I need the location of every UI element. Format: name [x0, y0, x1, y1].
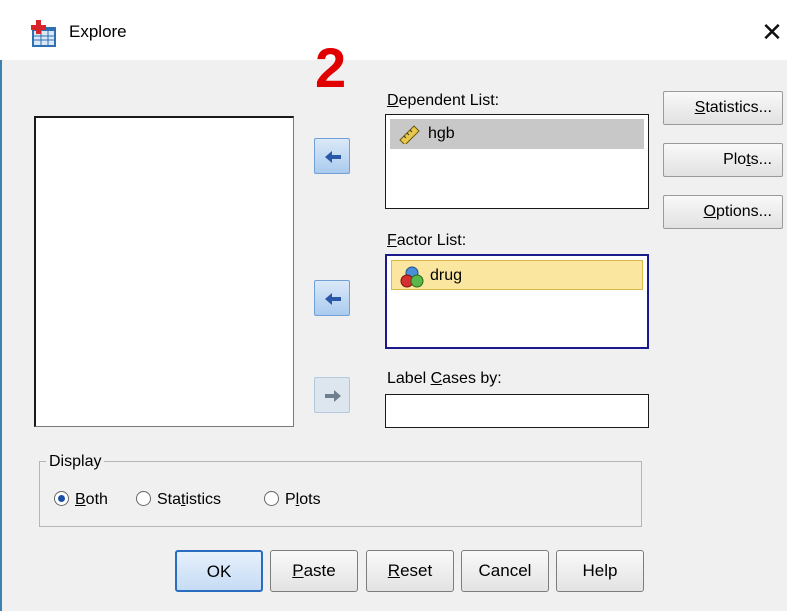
source-variable-list[interactable] [34, 116, 294, 427]
title-bar: Explore ✕ [0, 0, 787, 60]
display-group [39, 461, 642, 527]
dependent-item-label: hgb [428, 125, 455, 142]
help-button[interactable]: Help [556, 550, 644, 592]
spss-app-icon [31, 20, 56, 47]
move-to-label-cases-button[interactable] [314, 377, 350, 413]
cancel-button[interactable]: Cancel [461, 550, 549, 592]
paste-button[interactable]: Paste [270, 550, 358, 592]
display-statistics-radio[interactable]: Statistics [136, 490, 221, 510]
close-icon: ✕ [761, 17, 783, 47]
display-group-title: Display [46, 453, 105, 471]
reset-button[interactable]: Reset [366, 550, 454, 592]
plots-button[interactable]: Plots... [663, 143, 783, 177]
dependent-list-label: Dependent List: [387, 92, 500, 109]
statistics-button[interactable]: Statistics... [663, 91, 783, 125]
move-to-factor-button[interactable] [314, 280, 350, 316]
window-title: Explore [69, 22, 127, 41]
ok-button[interactable]: OK [175, 550, 263, 592]
display-both-radio[interactable]: Both [54, 490, 108, 510]
arrow-left-icon [325, 151, 341, 163]
dependent-listbox[interactable]: hgb [385, 114, 649, 209]
close-button[interactable]: ✕ [758, 14, 786, 50]
factor-listbox[interactable]: drug [385, 254, 649, 349]
radio-unselected-icon [136, 491, 151, 506]
nominal-balls-icon [400, 266, 424, 288]
factor-item-label: drug [430, 267, 463, 284]
display-plots-radio[interactable]: Plots [264, 490, 321, 510]
label-cases-field[interactable] [385, 394, 649, 428]
window-border [0, 0, 2, 611]
ruler-icon [399, 125, 420, 144]
arrow-right-icon [325, 390, 341, 402]
move-to-dependent-button[interactable] [314, 138, 350, 174]
radio-selected-icon [54, 491, 69, 506]
list-item[interactable]: hgb [390, 119, 644, 149]
list-item[interactable]: drug [391, 260, 643, 290]
radio-unselected-icon [264, 491, 279, 506]
step-annotation: 2 [315, 36, 347, 99]
label-cases-label: Label Cases by: [387, 370, 502, 387]
arrow-left-icon [325, 293, 341, 305]
options-button[interactable]: Options... [663, 195, 783, 229]
factor-list-label: Factor List: [387, 232, 467, 249]
